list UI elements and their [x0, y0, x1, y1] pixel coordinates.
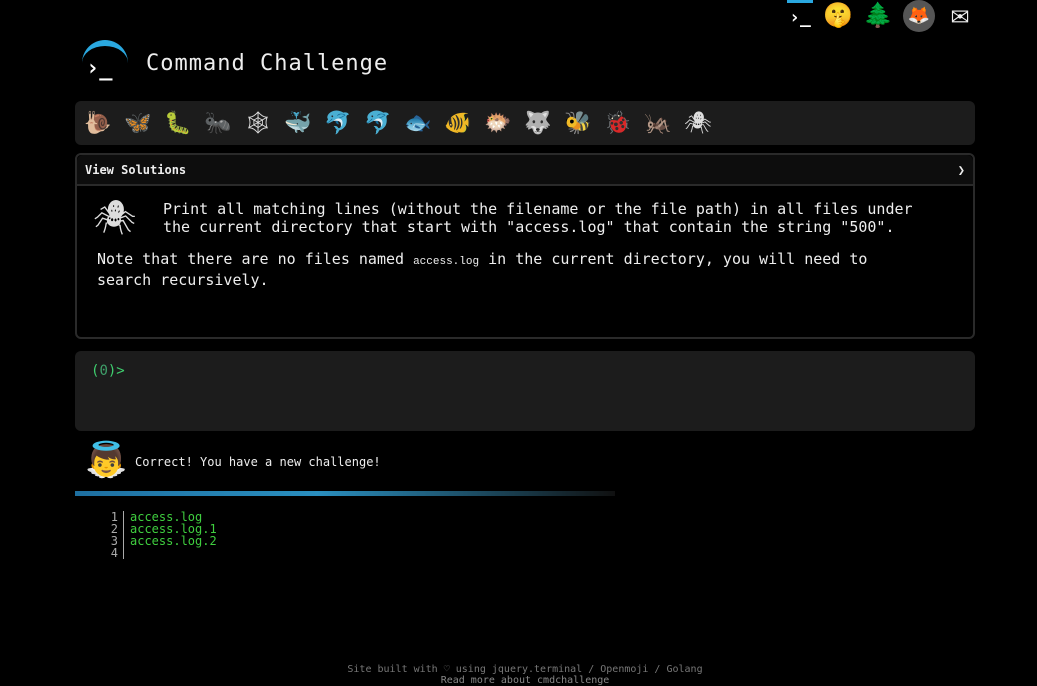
- mail-icon[interactable]: ✉: [945, 0, 975, 30]
- terminal-prompt: (0)>: [91, 363, 125, 379]
- terminal[interactable]: (0)>: [75, 351, 975, 431]
- caterpillar-icon[interactable]: 🐛: [163, 108, 193, 138]
- note-code: access.log: [413, 256, 480, 268]
- spider-icon: 🕷: [93, 198, 137, 238]
- line-number: 4: [100, 547, 124, 559]
- note-text-before: Note that there are no files named: [97, 250, 414, 268]
- butterfly-icon[interactable]: 🦋: [123, 108, 153, 138]
- file-name: [124, 547, 130, 559]
- view-solutions-toggle[interactable]: View Solutions ❯: [77, 155, 973, 186]
- gitlab-icon[interactable]: 🦊: [903, 0, 935, 32]
- wolf-icon[interactable]: 🐺: [523, 108, 553, 138]
- cricket-icon[interactable]: 🦗: [643, 108, 673, 138]
- shushing-face-icon[interactable]: 🤫: [823, 0, 853, 30]
- top-icon-bar: ›_ 🤫 🌲 🦊 ✉: [787, 0, 975, 33]
- footer: Site built with ♡ using jquery.terminal …: [0, 664, 1037, 686]
- spider-web-icon[interactable]: 🕸: [243, 108, 273, 138]
- page-title: Command Challenge: [146, 50, 389, 76]
- brand-header: ›_ Command Challenge: [82, 40, 388, 86]
- challenge-body: 🕷 Print all matching lines (without the …: [77, 186, 973, 289]
- list-item: 4: [100, 547, 217, 559]
- prompt-close: )>: [107, 363, 125, 379]
- terminal-icon[interactable]: ›_: [787, 0, 813, 33]
- chevron-right-icon: ❯: [957, 162, 965, 177]
- status-message: 👼 Correct! You have a new challenge!: [85, 438, 381, 482]
- snail-icon[interactable]: 🐌: [83, 108, 113, 138]
- angel-icon: 👼: [85, 440, 128, 480]
- fish-icon[interactable]: 🐟: [403, 108, 433, 138]
- dolphin-gray-icon[interactable]: 🐬: [363, 108, 393, 138]
- logo[interactable]: ›_: [82, 40, 128, 86]
- bee-icon[interactable]: 🐝: [563, 108, 593, 138]
- whale-icon[interactable]: 🐳: [283, 108, 313, 138]
- prompt-icon: ›_: [86, 56, 113, 81]
- status-text: Correct! You have a new challenge!: [135, 455, 381, 469]
- blowfish-icon[interactable]: 🐡: [483, 108, 513, 138]
- file-name: access.log.2: [130, 534, 217, 548]
- view-solutions-label: View Solutions: [85, 162, 187, 177]
- challenge-panel: View Solutions ❯ 🕷 Print all matching li…: [75, 153, 975, 339]
- ladybug-icon[interactable]: 🐞: [603, 108, 633, 138]
- footer-credits: Site built with ♡ using jquery.terminal …: [347, 664, 703, 675]
- dolphin-icon[interactable]: 🐬: [323, 108, 353, 138]
- tree-icon[interactable]: 🌲: [863, 0, 893, 30]
- tropical-fish-icon[interactable]: 🐠: [443, 108, 473, 138]
- progress-bar: [75, 491, 615, 496]
- ant-icon[interactable]: 🐜: [203, 108, 233, 138]
- challenge-description: Print all matching lines (without the fi…: [163, 200, 913, 236]
- challenge-note: Note that there are no files named acces…: [97, 250, 927, 289]
- spider-icon[interactable]: 🕷: [683, 108, 713, 138]
- challenge-selector-bar: 🐌 🦋 🐛 🐜 🕸 🐳 🐬 🐬 🐟 🐠 🐡 🐺 🐝 🐞 🦗 🕷: [75, 101, 975, 145]
- prompt-count: 0: [99, 363, 108, 379]
- file-listing: 1 access.log 2 access.log.1 3 access.log.2 …: [100, 511, 217, 559]
